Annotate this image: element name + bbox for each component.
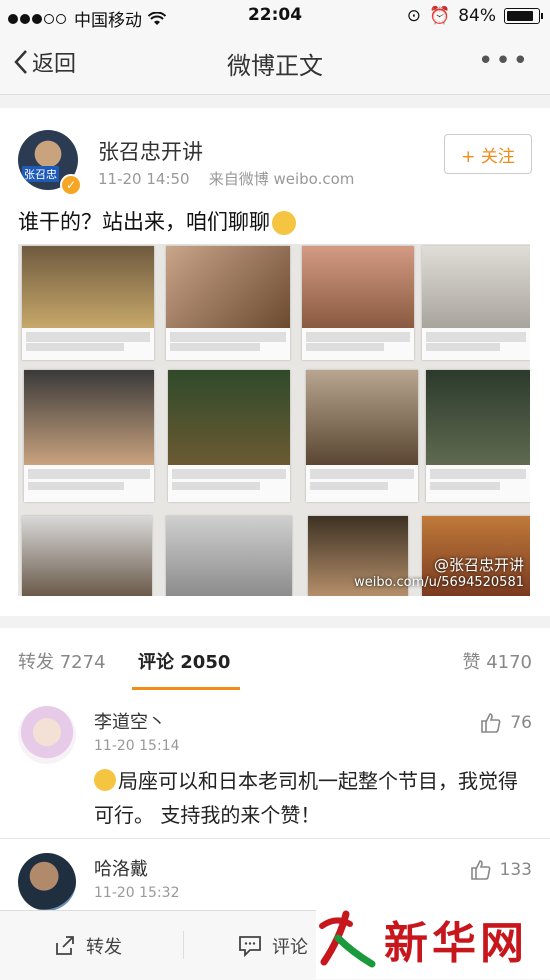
comment-like-button[interactable]: 76 <box>480 712 532 734</box>
like-count: 133 <box>499 860 532 880</box>
xinhua-logo: 新华网 <box>316 898 550 979</box>
commenter-avatar[interactable] <box>18 706 76 764</box>
comment-item: 李道空丶 11-20 15:14 76 局座可以和日本老司机一起整个节目，我觉得… <box>0 690 550 839</box>
post-source: 来自微博 weibo.com <box>208 170 355 188</box>
rotation-lock-icon: ⊙ <box>406 6 422 26</box>
tab-comments[interactable]: 评论 2050 <box>138 648 230 674</box>
battery-icon <box>504 8 543 24</box>
post-card: 张召忠 ✓ 张召忠开讲 11-20 14:50 来自微博 weibo.com +… <box>0 108 550 616</box>
comment-button[interactable]: 评论 <box>238 933 308 959</box>
more-button[interactable]: ••• <box>478 46 530 76</box>
watermark-name: @张召忠开讲 <box>433 556 524 574</box>
xinhua-emblem-icon <box>319 910 376 967</box>
tab-repost[interactable]: 转发 7274 <box>18 648 106 674</box>
post-text-content: 谁干的？站出来，咱们聊聊 <box>18 210 270 234</box>
comment-text-content: 局座可以和日本老司机一起整个节目，我觉得可行。 支持我的来个赞！ <box>94 769 518 827</box>
image-tile <box>302 246 414 360</box>
image-watermark: @张召忠开讲 weibo.com/u/5694520581 <box>354 554 524 590</box>
comment-time: 11-20 15:14 <box>94 738 180 754</box>
post-text: 谁干的？站出来，咱们聊聊 <box>18 206 296 236</box>
share-icon <box>56 936 74 955</box>
repost-label: 转发 <box>86 937 122 958</box>
battery-percent: 84% <box>458 6 496 26</box>
image-tile <box>22 246 154 360</box>
status-bar: 中国移动 22:04 ⊙ ⏰ 84% <box>0 0 550 32</box>
follow-button[interactable]: + 关注 <box>444 134 532 174</box>
tab-likes[interactable]: 赞 4170 <box>462 648 532 674</box>
image-tile <box>24 370 154 502</box>
avatar-tag: 张召忠 <box>22 166 59 182</box>
thumbs-up-icon <box>470 860 490 880</box>
image-tile <box>306 370 418 502</box>
page-title: 微博正文 <box>227 52 323 80</box>
image-tile <box>166 246 290 360</box>
image-tile <box>422 246 530 360</box>
post-timestamp: 11-20 14:50 <box>98 170 190 188</box>
post-image[interactable]: @张召忠开讲 weibo.com/u/5694520581 <box>18 244 530 596</box>
image-tile <box>426 370 530 502</box>
author-name[interactable]: 张召忠开讲 <box>98 136 203 166</box>
toolbar-divider <box>183 931 184 959</box>
shy-face-emoji-icon <box>272 211 296 235</box>
post-meta: 11-20 14:50 来自微博 weibo.com <box>98 168 354 189</box>
alarm-icon: ⏰ <box>429 6 451 26</box>
watermark-url: weibo.com/u/5694520581 <box>354 575 524 590</box>
image-tile <box>168 370 290 502</box>
brand-text: 新华网 <box>384 917 528 969</box>
comment-label: 评论 <box>272 937 308 958</box>
commenter-avatar[interactable] <box>18 853 76 911</box>
comment-like-button[interactable]: 133 <box>470 859 532 881</box>
repost-button[interactable]: 转发 <box>54 933 122 959</box>
image-tile <box>22 516 152 596</box>
commenter-name[interactable]: 哈洛戴 <box>94 855 148 881</box>
thumbs-up-icon <box>481 713 501 733</box>
comment-time: 11-20 15:32 <box>94 885 180 901</box>
comment-icon <box>239 936 261 957</box>
like-count: 76 <box>510 713 532 733</box>
navigation-bar: 返回 微博正文 ••• <box>0 32 550 95</box>
laughing-emoji-icon <box>94 769 116 791</box>
commenter-name[interactable]: 李道空丶 <box>94 708 166 734</box>
comment-text: 局座可以和日本老司机一起整个节目，我觉得可行。 支持我的来个赞！ <box>94 764 520 832</box>
image-tile <box>166 516 292 596</box>
post-tabs: 转发 7274 评论 2050 赞 4170 <box>0 628 550 691</box>
verified-icon: ✓ <box>60 174 82 196</box>
